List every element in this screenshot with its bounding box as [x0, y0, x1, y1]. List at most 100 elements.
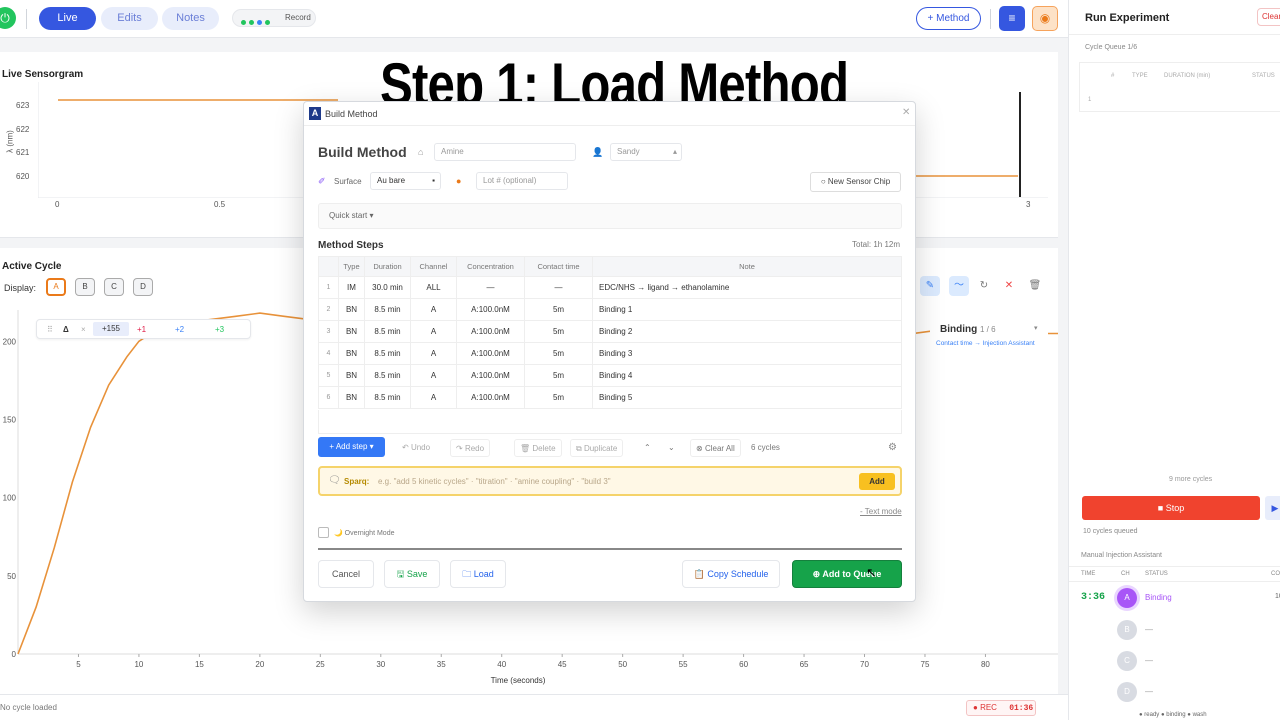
binding-subtitle[interactable]: Contact time → Injection Assistant	[936, 340, 1035, 347]
table-cell-contact: —	[524, 276, 593, 299]
table-row[interactable]: 2 BN 8.5 min A A:100.0nM 5m Binding 1	[318, 298, 902, 321]
table-cell-note: Binding 1	[592, 298, 902, 321]
table-cell-duration: 8.5 min	[364, 364, 411, 387]
chevron-down-icon: ▾	[1034, 325, 1038, 332]
queue-header: DURATION (min)	[1164, 73, 1211, 79]
sidebar-title: Run Experiment	[1085, 12, 1170, 24]
trash-icon[interactable]: 🗑	[1025, 276, 1045, 296]
status-bar: No cycle loaded ● REC 01:36	[0, 694, 1068, 720]
move-up-icon[interactable]: ⌃	[644, 439, 651, 457]
add-to-queue-button[interactable]: ⊕ Add to Queue	[792, 560, 902, 588]
injection-row: D —	[1069, 678, 1280, 708]
add-step-button[interactable]: + Add step ▾	[318, 437, 385, 457]
table-row[interactable]: 3 BN 8.5 min A A:100.0nM 5m Binding 2	[318, 320, 902, 343]
overnight-checkbox[interactable]	[318, 527, 329, 538]
table-row[interactable]: 1 IM 30.0 min ALL — — EDC/NHS → ligand → ethan…	[318, 276, 902, 299]
gear-icon[interactable]: ⚙	[888, 439, 897, 457]
delta-toolbar: ⠿ Δ × +155 +1 +2 +3	[36, 319, 251, 339]
channel-d-button[interactable]: D	[133, 278, 153, 296]
eye-icon[interactable]: ◉	[1032, 6, 1058, 31]
sparq-label: Sparq:	[344, 477, 370, 486]
table-row[interactable]: 4 BN 8.5 min A A:100.0nM 5m Binding 3	[318, 342, 902, 365]
duplicate-label: Duplicate	[583, 444, 618, 453]
save-button[interactable]: 🖫 Save	[384, 560, 440, 588]
edit-icon[interactable]: ✎	[920, 276, 940, 296]
delete-label: Delete	[532, 444, 556, 453]
table-cell-channel: A	[410, 320, 457, 343]
method-name-input[interactable]: Amine	[434, 143, 576, 161]
sparq-input[interactable]: e.g. "add 5 kinetic cycles" · "titration…	[378, 477, 611, 486]
save-label: Save	[406, 569, 428, 579]
injection-channel: C	[1117, 651, 1137, 671]
header-ch: CH	[1121, 571, 1130, 577]
undo-button[interactable]: ↶ Undo	[402, 439, 430, 457]
sparq-add-button[interactable]: Add	[859, 473, 895, 490]
delta-symbol: Δ	[63, 325, 69, 334]
build-method-title: Build Method	[318, 144, 407, 160]
quick-start-dropdown[interactable]: Quick start ▾	[318, 203, 902, 229]
text-mode-link[interactable]: - Text mode	[860, 507, 902, 516]
table-cell-n: 5	[318, 364, 339, 387]
duplicate-button[interactable]: ⧉ Duplicate	[570, 439, 624, 457]
table-cell-note: Binding 5	[592, 386, 902, 409]
power-icon[interactable]: ⏻	[0, 7, 16, 29]
clear-button[interactable]: Clear	[1257, 8, 1280, 26]
add-method-button[interactable]: + Method	[916, 7, 981, 30]
method-total-duration: Total: 1h 12m	[852, 240, 901, 249]
queue-header: STATUS	[1252, 73, 1275, 79]
injection-status: Binding	[1145, 593, 1172, 602]
channel-b-button[interactable]: B	[75, 278, 95, 296]
record-toggle[interactable]: Record	[232, 9, 316, 27]
column-header: Contact time	[524, 256, 593, 277]
x-tick: 0	[55, 200, 60, 209]
close-icon[interactable]: ×	[81, 325, 86, 334]
table-row[interactable]: 6 BN 8.5 min A A:100.0nM 5m Binding 5	[318, 386, 902, 409]
surface-select[interactable]: Au bare ▪	[370, 172, 441, 190]
tab-notes[interactable]: Notes	[162, 7, 219, 30]
user-select[interactable]: Sandy ▴	[610, 143, 682, 161]
lot-input[interactable]: Lot # (optional)	[476, 172, 568, 190]
move-down-icon[interactable]: ⌄	[668, 439, 675, 457]
table-cell-duration: 8.5 min	[364, 298, 411, 321]
cancel-button[interactable]: Cancel	[318, 560, 374, 588]
table-cell-type: BN	[338, 298, 365, 321]
y-tick: 621	[16, 148, 30, 157]
tab-live[interactable]: Live	[39, 7, 96, 30]
drag-handle-icon[interactable]: ⠿	[47, 325, 53, 334]
injection-channel: B	[1117, 620, 1137, 640]
injection-row: B —	[1069, 616, 1280, 646]
clear-all-button[interactable]: ⊗ Clear All	[690, 439, 741, 457]
refresh-icon[interactable]: ↻	[974, 276, 994, 296]
x-tick-label: 15	[195, 660, 204, 669]
new-sensor-chip-button[interactable]: ○ New Sensor Chip	[810, 172, 901, 192]
delete-button[interactable]: 🗑 Delete	[514, 439, 562, 457]
divider	[318, 548, 902, 550]
table-cell-type: BN	[338, 364, 365, 387]
load-button[interactable]: 🗀 Load	[450, 560, 506, 588]
channel-c-button[interactable]: C	[104, 278, 124, 296]
sensorgram-title: Live Sensorgram	[2, 69, 84, 80]
copy-schedule-button[interactable]: 📋 Copy Schedule	[682, 560, 780, 588]
user-icon: 👤	[592, 147, 604, 157]
x-tick-label: 45	[558, 660, 567, 669]
list-icon[interactable]: ≡	[999, 6, 1025, 31]
binding-selector[interactable]: Binding 1 / 6 ▾ Contact time → Injection…	[930, 318, 1048, 352]
overnight-text: Overnight Mode	[344, 530, 395, 537]
next-button[interactable]: ▶	[1265, 496, 1280, 520]
tab-edits[interactable]: Edits	[101, 7, 158, 30]
lot-icon: ●	[456, 176, 462, 186]
table-cell-channel: A	[410, 342, 457, 365]
wave-icon[interactable]: 〜	[949, 276, 969, 296]
queue-row-number: 1	[1088, 97, 1092, 103]
stop-button[interactable]: ■ Stop	[1082, 496, 1260, 520]
close-icon[interactable]: ✕	[999, 276, 1019, 296]
mouse-cursor-icon: ↖	[866, 565, 877, 580]
table-cell-duration: 8.5 min	[364, 342, 411, 365]
channel-a-button[interactable]: A	[46, 278, 66, 296]
redo-button[interactable]: ↷ Redo	[450, 439, 491, 457]
close-icon[interactable]: ✕	[902, 107, 910, 118]
more-cycles-text: 9 more cycles	[1169, 476, 1213, 483]
column-header: Channel	[410, 256, 457, 277]
record-label: Record	[285, 13, 311, 22]
table-row[interactable]: 5 BN 8.5 min A A:100.0nM 5m Binding 4	[318, 364, 902, 387]
